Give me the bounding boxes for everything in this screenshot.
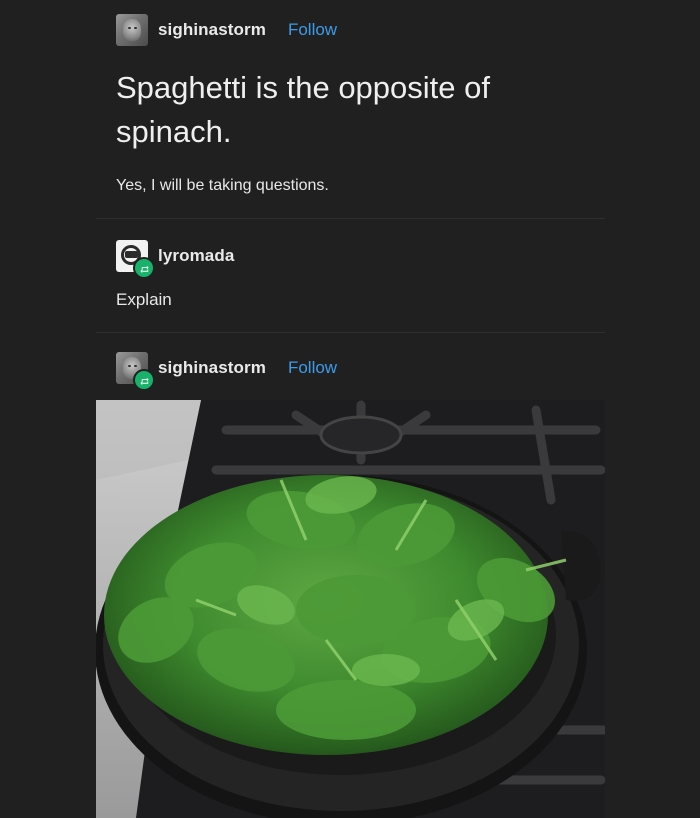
reblog-header: sighinastorm Follow	[116, 352, 337, 391]
follow-button[interactable]: Follow	[288, 358, 337, 378]
avatar[interactable]	[116, 14, 148, 46]
post-header: sighinastorm Follow	[116, 14, 337, 46]
post-title: Spaghetti is the opposite of spinach.	[116, 70, 490, 149]
reblog-icon	[133, 257, 155, 279]
username[interactable]: sighinastorm	[158, 358, 266, 378]
reblog-icon	[133, 369, 155, 391]
follow-button[interactable]: Follow	[288, 20, 337, 40]
divider	[96, 332, 605, 333]
reblog-header: lyromada	[116, 240, 234, 279]
avatar[interactable]	[116, 352, 155, 391]
post-subtitle: Yes, I will be taking questions.	[116, 177, 329, 194]
post-photo	[96, 400, 605, 818]
reply-text: Explain	[116, 290, 172, 309]
spinach-skillet-image	[96, 400, 605, 818]
username[interactable]: lyromada	[158, 246, 234, 266]
username[interactable]: sighinastorm	[158, 20, 266, 40]
avatar-face	[123, 19, 141, 41]
avatar[interactable]	[116, 240, 155, 279]
divider	[96, 218, 605, 219]
